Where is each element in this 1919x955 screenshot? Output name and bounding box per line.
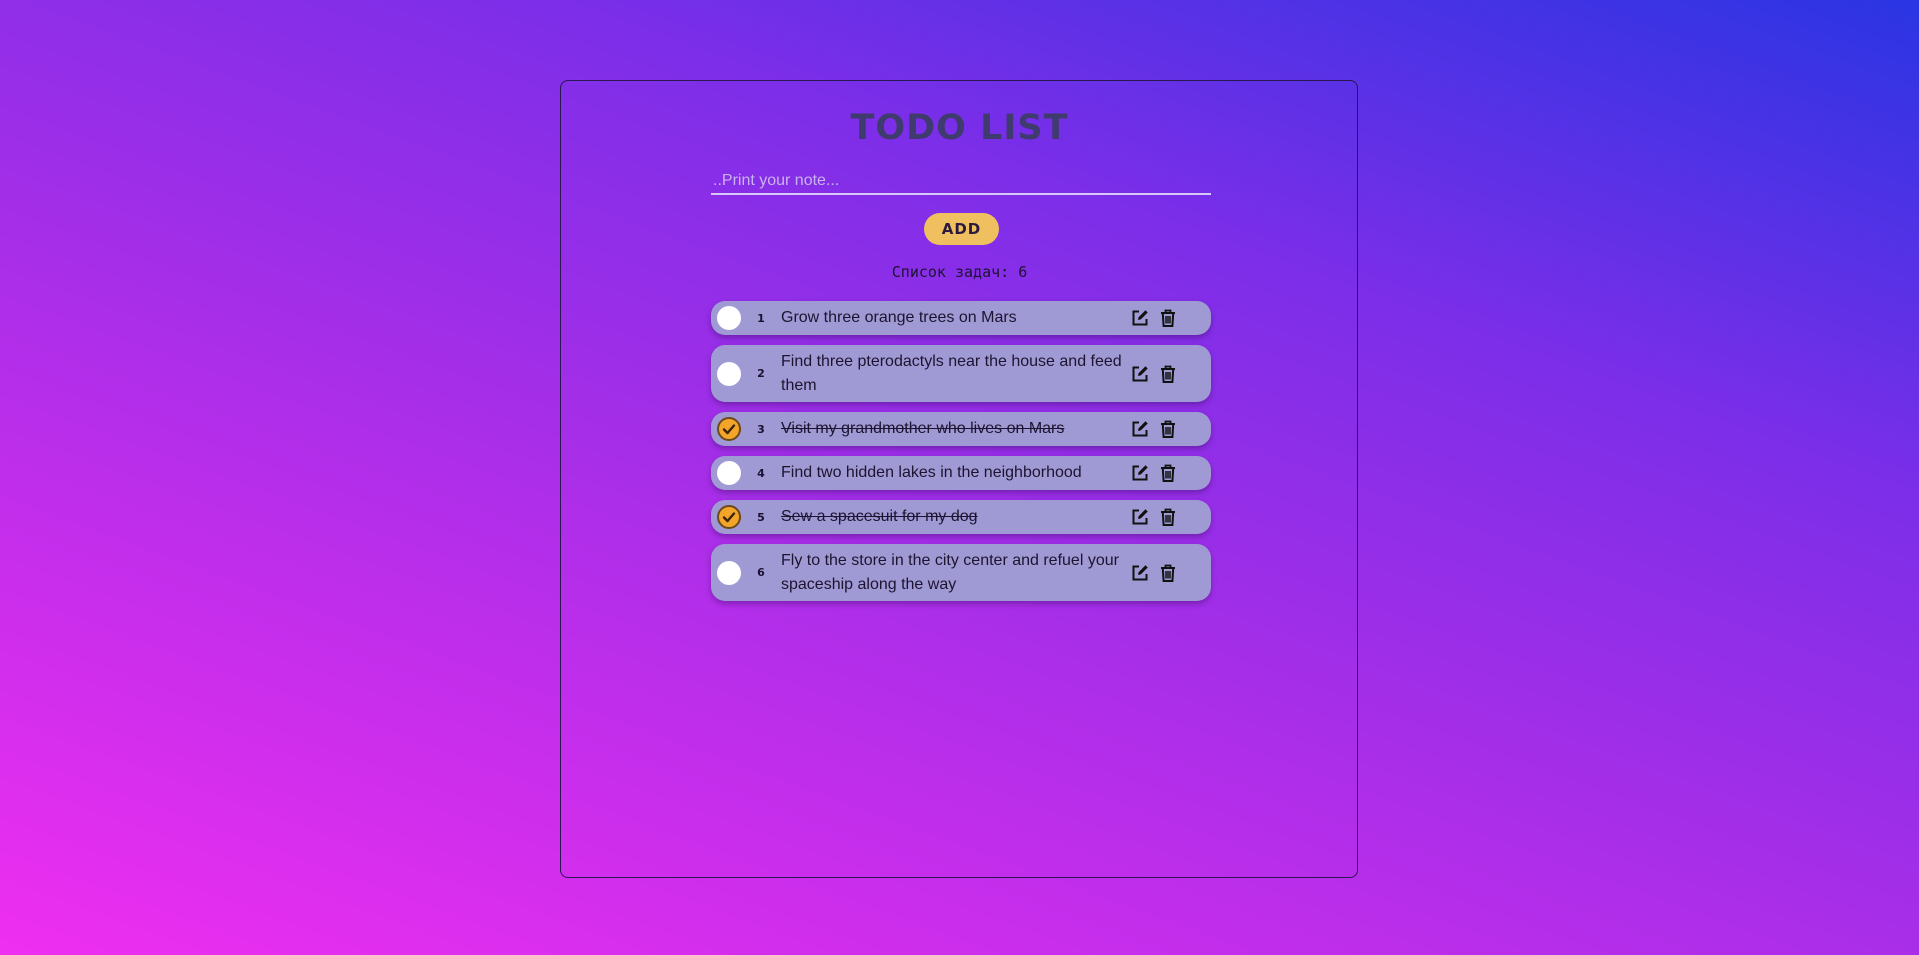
todo-actions xyxy=(1129,363,1179,385)
task-counter: Список задач: 6 xyxy=(891,263,1028,281)
trash-icon[interactable] xyxy=(1157,363,1179,385)
todo-checkbox[interactable] xyxy=(717,505,741,529)
todo-actions xyxy=(1129,418,1179,440)
edit-icon[interactable] xyxy=(1129,462,1151,484)
todo-actions xyxy=(1129,506,1179,528)
todo-text: Find three pterodactyls near the house a… xyxy=(781,352,1122,394)
note-input[interactable] xyxy=(711,168,1211,195)
todo-actions xyxy=(1129,462,1179,484)
todo-number: 1 xyxy=(757,311,765,325)
todo-text: Sew a spacesuit for my dog xyxy=(781,508,978,525)
todo-item: 1 Grow three orange trees on Mars xyxy=(711,301,1211,335)
trash-icon[interactable] xyxy=(1157,506,1179,528)
todo-item: 3 Visit my grandmother who lives on Mars xyxy=(711,412,1211,446)
todo-actions xyxy=(1129,307,1179,329)
todo-item: 6 Fly to the store in the city center an… xyxy=(711,544,1211,601)
edit-icon[interactable] xyxy=(1129,562,1151,584)
todo-checkbox[interactable] xyxy=(717,417,741,441)
todo-checkbox[interactable] xyxy=(717,560,741,585)
todo-text: Find two hidden lakes in the neighborhoo… xyxy=(781,464,1082,481)
trash-icon[interactable] xyxy=(1157,307,1179,329)
edit-icon[interactable] xyxy=(1129,363,1151,385)
todo-item: 4 Find two hidden lakes in the neighborh… xyxy=(711,456,1211,490)
todo-text: Fly to the store in the city center and … xyxy=(781,551,1119,593)
todo-actions xyxy=(1129,562,1179,584)
edit-icon[interactable] xyxy=(1129,506,1151,528)
checkmark-icon xyxy=(722,424,736,435)
todo-number: 5 xyxy=(757,510,765,524)
page-title: TODO LIST xyxy=(850,108,1069,148)
todo-number: 3 xyxy=(757,422,765,436)
todo-checkbox[interactable] xyxy=(717,361,741,386)
todo-list: 1 Grow three orange trees on Mars 2 Find… xyxy=(711,301,1211,611)
todo-item: 2 Find three pterodactyls near the house… xyxy=(711,345,1211,402)
add-button[interactable]: ADD xyxy=(924,213,999,245)
todo-checkbox[interactable] xyxy=(717,461,741,485)
todo-checkbox[interactable] xyxy=(717,306,741,330)
trash-icon[interactable] xyxy=(1157,462,1179,484)
todo-number: 2 xyxy=(757,367,765,380)
trash-icon[interactable] xyxy=(1157,562,1179,584)
edit-icon[interactable] xyxy=(1129,307,1151,329)
todo-text: Visit my grandmother who lives on Mars xyxy=(781,420,1065,437)
todo-number: 6 xyxy=(757,566,765,579)
edit-icon[interactable] xyxy=(1129,418,1151,440)
todo-item: 5 Sew a spacesuit for my dog xyxy=(711,500,1211,534)
todo-text: Grow three orange trees on Mars xyxy=(781,309,1017,326)
checkmark-icon xyxy=(722,512,736,523)
todo-number: 4 xyxy=(757,466,765,480)
trash-icon[interactable] xyxy=(1157,418,1179,440)
